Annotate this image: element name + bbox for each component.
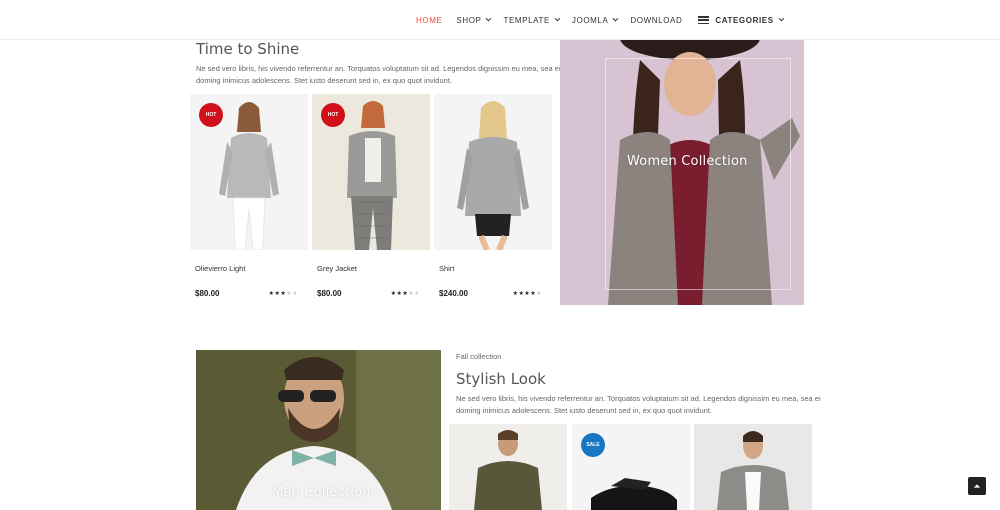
nav-home-label: HOME xyxy=(416,15,443,25)
product-card[interactable]: HOT Grey Jacket $80.00 ★★★★★ xyxy=(312,94,430,298)
description-line: Ne sed vero libris, his vivendo referren… xyxy=(196,64,561,73)
banner-title: Man Collection xyxy=(272,485,371,500)
chevron-down-icon xyxy=(778,15,784,22)
rating-stars: ★★★★★ xyxy=(512,291,542,297)
main-nav: HOME SHOP TEMPLATE JOOMLA DOWNLOAD CATEG… xyxy=(416,0,784,40)
product-card[interactable]: HOT Olievierro Light $80.00 ★★★★★ xyxy=(190,94,308,298)
categories-menu[interactable]: CATEGORIES xyxy=(698,15,784,25)
hot-badge: HOT xyxy=(321,103,345,127)
man-collection-banner[interactable]: Man Collection xyxy=(196,350,441,510)
section-kicker: Fall collection xyxy=(456,352,502,361)
nav-download[interactable]: DOWNLOAD xyxy=(630,16,682,25)
product-image[interactable]: SALE xyxy=(572,424,690,510)
product-price: $80.00 xyxy=(195,289,220,298)
product-card[interactable] xyxy=(449,424,567,510)
product-name[interactable]: Olievierro Light xyxy=(190,264,308,273)
nav-home[interactable]: HOME xyxy=(416,16,442,25)
product-image[interactable] xyxy=(694,424,812,510)
chevron-down-icon xyxy=(486,15,492,22)
nav-template[interactable]: TEMPLATE xyxy=(503,15,561,25)
section-title: Stylish Look xyxy=(456,370,546,388)
nav-shop-label: SHOP xyxy=(456,15,482,25)
nav-shop[interactable]: SHOP xyxy=(456,15,492,25)
product-photo xyxy=(457,101,529,250)
product-meta: $80.00 ★★★★★ xyxy=(312,289,430,298)
site-header: HOME SHOP TEMPLATE JOOMLA DOWNLOAD CATEG… xyxy=(0,0,1000,40)
chevron-down-icon xyxy=(613,15,619,22)
nav-joomla-label: JOOMLA xyxy=(571,15,609,25)
nav-download-label: DOWNLOAD xyxy=(630,15,683,25)
nav-joomla[interactable]: JOOMLA xyxy=(571,15,619,25)
banner-title: Women Collection xyxy=(627,154,748,169)
product-price: $80.00 xyxy=(317,289,342,298)
categories-label: CATEGORIES xyxy=(715,15,774,25)
product-name[interactable]: Grey Jacket xyxy=(312,264,430,273)
rating-stars: ★★★★★ xyxy=(390,291,420,297)
description-line: doming inimicus adolescens. Stet iusto d… xyxy=(456,406,712,415)
nav-template-label: TEMPLATE xyxy=(503,15,550,25)
product-image[interactable] xyxy=(434,94,552,250)
chevron-down-icon xyxy=(554,15,561,22)
women-collection-banner[interactable]: Women Collection xyxy=(560,40,804,305)
rating-stars: ★★★★★ xyxy=(268,291,298,297)
section-description: Ne sed vero libris, his vivendo referren… xyxy=(456,393,821,417)
product-card[interactable] xyxy=(694,424,812,510)
scroll-to-top-button[interactable] xyxy=(968,477,986,495)
banner-frame xyxy=(605,58,791,290)
product-photo xyxy=(474,430,542,510)
product-meta: $240.00 ★★★★★ xyxy=(434,289,552,298)
hamburger-icon xyxy=(698,16,710,24)
description-line: doming inimicus adolescens. Stet iusto d… xyxy=(196,76,452,85)
product-card[interactable]: Shirt $240.00 ★★★★★ xyxy=(434,94,552,298)
product-image[interactable]: HOT xyxy=(312,94,430,250)
hot-badge: HOT xyxy=(199,103,223,127)
product-image[interactable]: HOT xyxy=(190,94,308,250)
section-title: Time to Shine xyxy=(196,40,300,58)
section-description: Ne sed vero libris, his vivendo referren… xyxy=(196,63,561,87)
arrow-up-icon xyxy=(973,484,981,488)
product-name[interactable]: Shirt xyxy=(434,264,552,273)
sale-badge: SALE xyxy=(581,433,605,457)
product-price: $240.00 xyxy=(439,289,468,298)
product-meta: $80.00 ★★★★★ xyxy=(190,289,308,298)
product-card[interactable]: SALE xyxy=(572,424,690,510)
description-line: Ne sed vero libris, his vivendo referren… xyxy=(456,394,821,403)
product-photo xyxy=(717,431,789,510)
product-image[interactable] xyxy=(449,424,567,510)
